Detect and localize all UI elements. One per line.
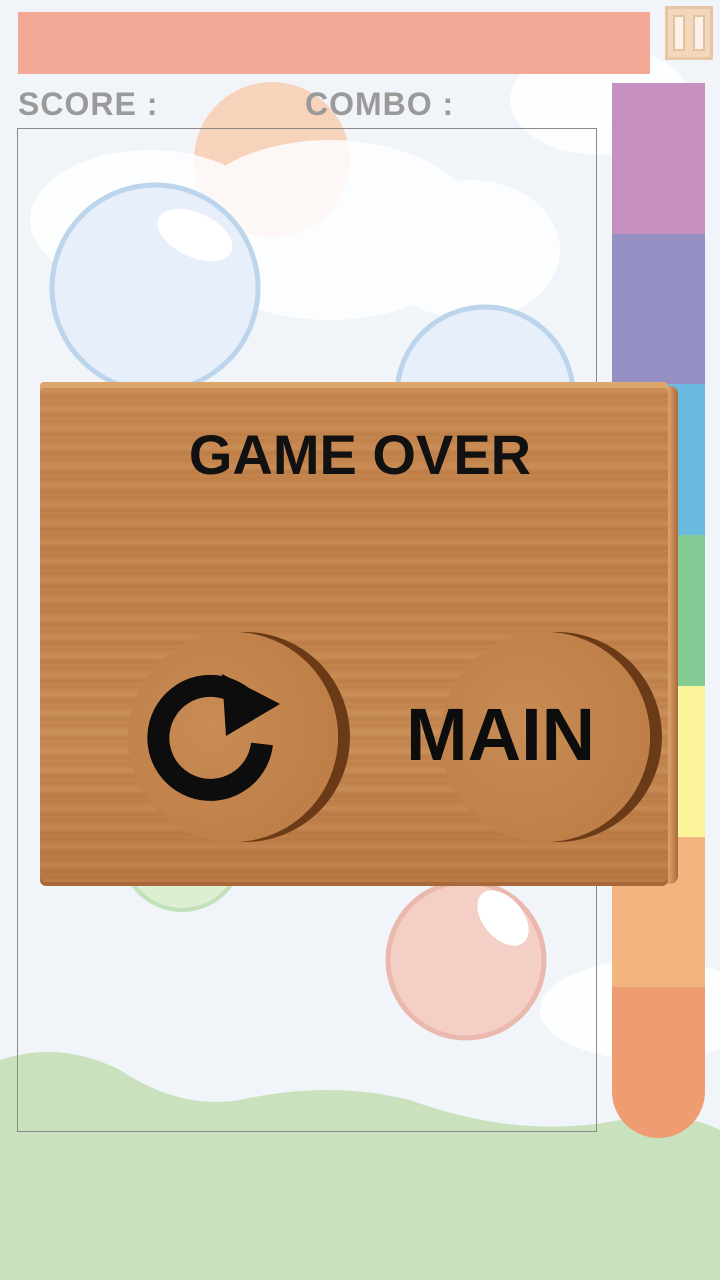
main-button-label: MAIN [406,693,596,776]
meter-segment [612,83,705,234]
pause-button[interactable] [665,6,713,60]
score-label: SCORE : [18,86,159,122]
pause-icon-bar [693,15,705,51]
meter-segment [612,987,705,1138]
pause-icon [673,15,685,51]
progress-bar [18,12,650,74]
meter-segment [612,233,705,385]
retry-arrow-icon [147,674,280,801]
game-over-dialog: GAME OVER MAIN [40,382,680,886]
combo-label: COMBO : [305,86,455,122]
game-over-title: GAME OVER [188,423,532,486]
